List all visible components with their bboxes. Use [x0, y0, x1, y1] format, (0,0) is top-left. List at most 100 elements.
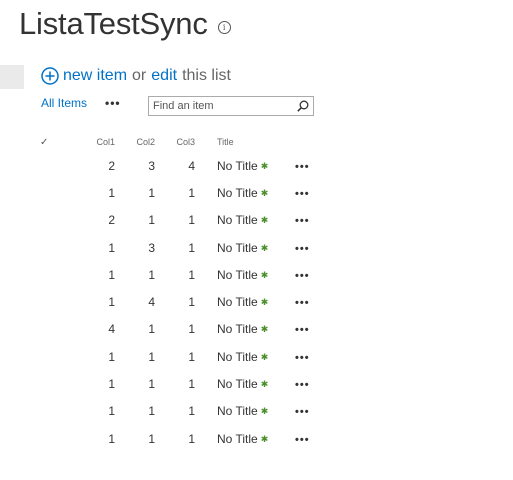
cell-col3: 1 — [188, 295, 195, 310]
cell-col2: 1 — [148, 431, 155, 446]
item-title-link[interactable]: No Title — [217, 186, 258, 200]
cell-col3: 1 — [188, 431, 195, 446]
column-header-col1[interactable]: Col1 — [60, 132, 115, 152]
search-input[interactable] — [149, 100, 293, 112]
table-row[interactable]: 1 1 1 No Title ✱ ••• — [40, 261, 317, 288]
cell-menu: ••• — [277, 398, 317, 425]
plus-circle-icon[interactable] — [41, 67, 59, 85]
table-row[interactable]: 1 1 1 No Title ✱ ••• — [40, 179, 317, 206]
cell-col3: 1 — [188, 404, 195, 419]
cell-menu: ••• — [277, 261, 317, 288]
new-item-badge-icon: ✱ — [260, 160, 269, 171]
cell-menu: ••• — [277, 152, 317, 179]
left-nav-edge — [0, 65, 24, 89]
table-row[interactable]: 4 1 1 No Title ✱ ••• — [40, 316, 317, 343]
select-all-checkbox[interactable]: ✓ — [40, 132, 60, 152]
cell-col2: 3 — [148, 158, 155, 173]
item-menu-button[interactable]: ••• — [277, 379, 310, 391]
item-menu-button[interactable]: ••• — [277, 352, 310, 364]
edit-link[interactable]: edit — [151, 67, 177, 85]
column-header-col2[interactable]: Col2 — [115, 132, 155, 152]
item-title-link[interactable]: No Title — [217, 404, 258, 418]
cell-col2: 1 — [148, 213, 155, 228]
list-command-bar: new item or edit this list — [41, 67, 231, 85]
cell-col3: 1 — [188, 322, 195, 337]
list-table: ✓ Col1 Col2 Col3 Title 2 3 4 No Title ✱ ••• 1 1… — [40, 132, 317, 452]
new-item-badge-icon: ✱ — [260, 269, 269, 280]
cell-col2: 1 — [148, 377, 155, 392]
new-item-badge-icon: ✱ — [260, 242, 269, 253]
row-select[interactable] — [40, 288, 60, 315]
item-title-link[interactable]: No Title — [217, 213, 258, 227]
cell-title: No Title ✱ — [195, 343, 277, 370]
item-title-link[interactable]: No Title — [217, 322, 258, 336]
item-menu-button[interactable]: ••• — [277, 270, 310, 282]
cell-menu: ••• — [277, 316, 317, 343]
cell-col3: 1 — [188, 377, 195, 392]
item-title-link[interactable]: No Title — [217, 268, 258, 282]
row-select[interactable] — [40, 261, 60, 288]
item-menu-button[interactable]: ••• — [277, 188, 310, 200]
item-menu-button[interactable]: ••• — [277, 324, 310, 336]
check-icon: ✓ — [40, 136, 49, 148]
table-row[interactable]: 1 3 1 No Title ✱ ••• — [40, 234, 317, 261]
new-item-badge-icon: ✱ — [260, 215, 269, 226]
search-icon[interactable] — [297, 100, 309, 112]
cell-title: No Title ✱ — [195, 152, 277, 179]
column-header-col3[interactable]: Col3 — [155, 132, 195, 152]
row-select[interactable] — [40, 316, 60, 343]
row-select[interactable] — [40, 343, 60, 370]
cell-col3: 4 — [188, 158, 195, 173]
page-header: ListaTestSync i — [19, 6, 231, 42]
table-row[interactable]: 1 1 1 No Title ✱ ••• — [40, 425, 317, 452]
cell-col1: 1 — [108, 349, 115, 364]
new-item-badge-icon: ✱ — [260, 379, 269, 390]
table-header-row: ✓ Col1 Col2 Col3 Title — [40, 132, 317, 152]
item-title-link[interactable]: No Title — [217, 377, 258, 391]
item-title-link[interactable]: No Title — [217, 241, 258, 255]
cell-col1: 1 — [108, 295, 115, 310]
cell-title: No Title ✱ — [195, 234, 277, 261]
item-title-link[interactable]: No Title — [217, 159, 258, 173]
row-select[interactable] — [40, 398, 60, 425]
table-row[interactable]: 2 1 1 No Title ✱ ••• — [40, 207, 317, 234]
row-select[interactable] — [40, 425, 60, 452]
column-header-title[interactable]: Title — [195, 132, 277, 152]
row-select[interactable] — [40, 152, 60, 179]
view-all-items[interactable]: All Items — [41, 96, 87, 110]
or-text: or — [132, 67, 147, 84]
table-row[interactable]: 1 4 1 No Title ✱ ••• — [40, 288, 317, 315]
row-select[interactable] — [40, 207, 60, 234]
item-title-link[interactable]: No Title — [217, 295, 258, 309]
view-more-button[interactable]: ••• — [105, 96, 121, 110]
table-row[interactable]: 2 3 4 No Title ✱ ••• — [40, 152, 317, 179]
item-menu-button[interactable]: ••• — [277, 161, 310, 173]
cell-col3: 1 — [188, 267, 195, 282]
new-item-badge-icon: ✱ — [260, 324, 269, 335]
row-select[interactable] — [40, 179, 60, 206]
this-list-text: this list — [182, 67, 231, 84]
table-row[interactable]: 1 1 1 No Title ✱ ••• — [40, 398, 317, 425]
row-select[interactable] — [40, 234, 60, 261]
cell-col2: 1 — [148, 349, 155, 364]
cell-title: No Title ✱ — [195, 179, 277, 206]
cell-col1: 1 — [108, 377, 115, 392]
item-title-link[interactable]: No Title — [217, 432, 258, 446]
new-item-link[interactable]: new item — [63, 67, 127, 85]
row-select[interactable] — [40, 370, 60, 397]
item-menu-button[interactable]: ••• — [277, 297, 310, 309]
item-title-link[interactable]: No Title — [217, 350, 258, 364]
item-menu-button[interactable]: ••• — [277, 215, 310, 227]
cell-col1: 1 — [108, 267, 115, 282]
cell-col2: 1 — [148, 185, 155, 200]
item-menu-button[interactable]: ••• — [277, 243, 310, 255]
item-menu-button[interactable]: ••• — [277, 434, 310, 446]
cell-col1: 4 — [108, 322, 115, 337]
table-row[interactable]: 1 1 1 No Title ✱ ••• — [40, 370, 317, 397]
item-menu-button[interactable]: ••• — [277, 406, 310, 418]
table-row[interactable]: 1 1 1 No Title ✱ ••• — [40, 343, 317, 370]
cell-col2: 3 — [148, 240, 155, 255]
new-item-badge-icon: ✱ — [260, 406, 269, 417]
info-icon[interactable]: i — [217, 20, 231, 34]
cell-col2: 4 — [148, 295, 155, 310]
